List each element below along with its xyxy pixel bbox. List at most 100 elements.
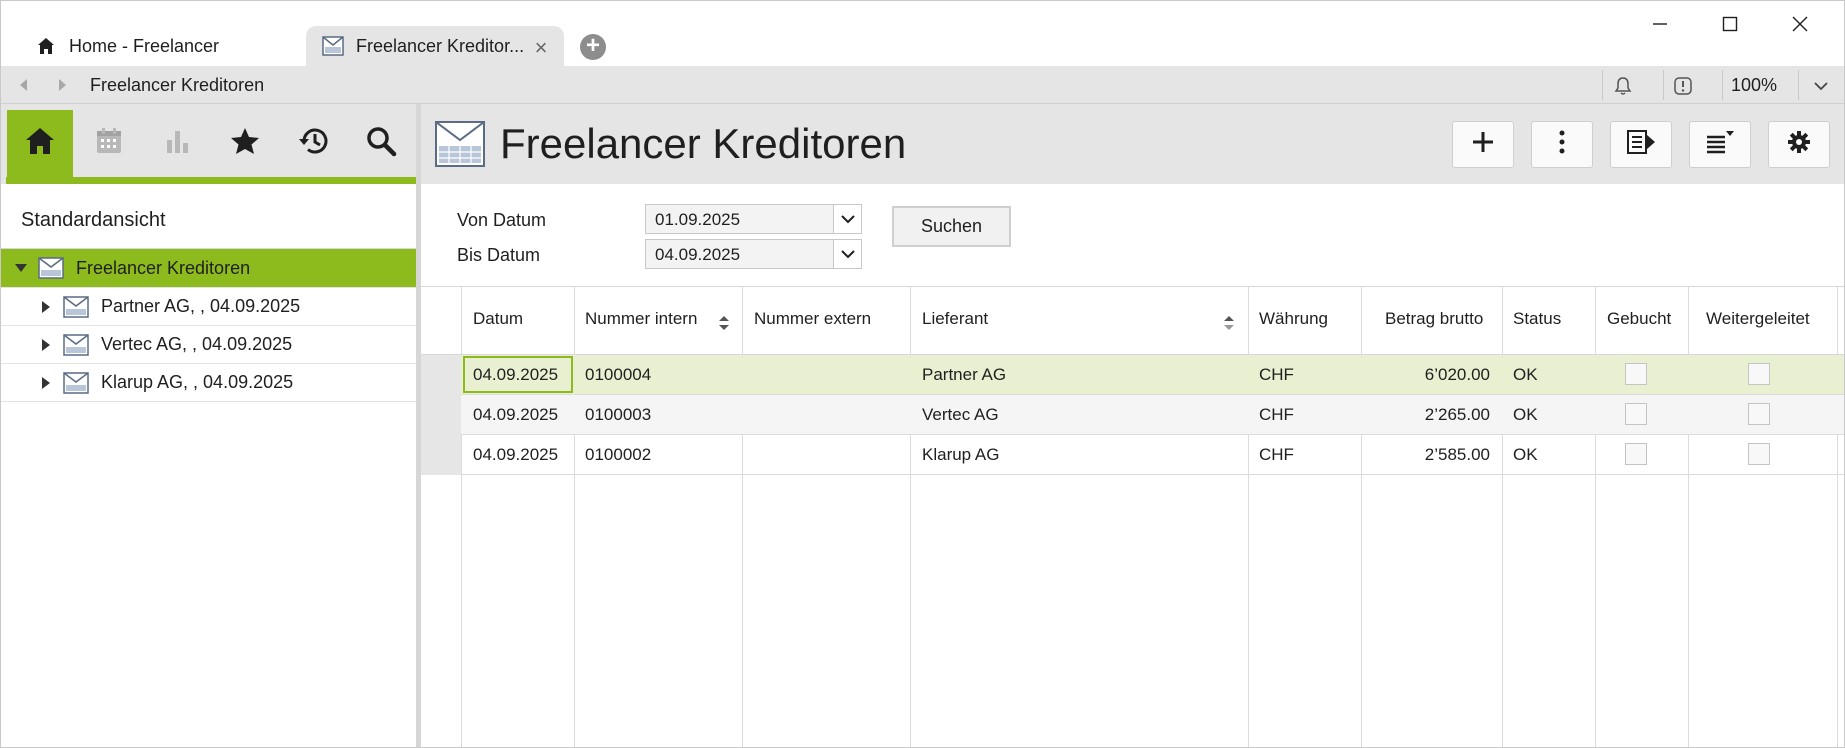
alert-icon[interactable] (1671, 74, 1695, 98)
forward-icon[interactable] (53, 76, 71, 94)
list-options-button[interactable] (1689, 121, 1751, 168)
report-icon (1626, 129, 1656, 160)
data-grid: Datum Nummer intern Nummer extern Liefer… (421, 286, 1844, 747)
history-icon (296, 125, 330, 162)
tree-view: Freelancer Kreditoren Partner AG, , 04.0… (1, 249, 416, 402)
checkbox-weitergeleitet[interactable] (1748, 443, 1770, 465)
cell-datum[interactable]: 04.09.2025 (473, 365, 558, 385)
app-window: Home - Freelancer Freelancer Kreditor...… (0, 0, 1845, 748)
sidebar-favorites-button[interactable] (212, 110, 278, 177)
cell-waehrung[interactable]: CHF (1259, 405, 1294, 425)
cell-betrag-brutto[interactable]: 2’265.00 (1371, 405, 1490, 425)
to-date-value: 04.09.2025 (655, 245, 741, 264)
bar-chart-icon (162, 126, 192, 161)
row-header[interactable] (421, 355, 461, 395)
chevron-down-icon[interactable] (1809, 74, 1833, 98)
home-icon (35, 35, 57, 57)
back-icon[interactable] (15, 76, 33, 94)
sort-icon[interactable] (718, 315, 730, 331)
column-header-nummer-extern[interactable]: Nummer extern (754, 309, 871, 329)
more-button[interactable] (1531, 121, 1593, 168)
cell-datum[interactable]: 04.09.2025 (473, 445, 558, 465)
cell-betrag-brutto[interactable]: 6’020.00 (1371, 365, 1490, 385)
chevron-down-icon[interactable] (833, 205, 861, 233)
zoom-level[interactable]: 100% (1731, 75, 1777, 96)
column-header-gebucht[interactable]: Gebucht (1607, 309, 1671, 329)
column-header-betrag-brutto[interactable]: Betrag brutto (1385, 309, 1483, 329)
sidebar-search-button[interactable] (348, 110, 414, 177)
minimize-button[interactable] (1631, 7, 1689, 41)
to-date-field[interactable]: 04.09.2025 (645, 239, 862, 269)
filter-panel: Von Datum 01.09.2025 Bis Datum 04.09.202… (421, 184, 1844, 286)
column-header-datum[interactable]: Datum (473, 309, 523, 329)
checkbox-gebucht[interactable] (1625, 363, 1647, 385)
column-header-status[interactable]: Status (1513, 309, 1561, 329)
view-selector[interactable]: Standardansicht (1, 184, 416, 249)
row-header[interactable] (421, 435, 461, 475)
sidebar-calendar-button[interactable] (76, 110, 142, 177)
column-header-nummer-intern[interactable]: Nummer intern (585, 309, 697, 329)
address-title: Freelancer Kreditoren (90, 75, 265, 95)
tab-freelancer-kreditoren[interactable]: Freelancer Kreditor... × (306, 26, 564, 66)
settings-button[interactable] (1768, 121, 1830, 168)
cell-nummer-intern[interactable]: 0100002 (585, 445, 651, 465)
cell-datum[interactable]: 04.09.2025 (473, 405, 558, 425)
search-button[interactable]: Suchen (892, 206, 1011, 247)
maximize-button[interactable] (1701, 7, 1759, 41)
row-header[interactable] (421, 395, 461, 435)
ledger-icon (63, 295, 89, 318)
from-date-label: Von Datum (457, 210, 547, 230)
cell-lieferant[interactable]: Klarup AG (922, 445, 1000, 465)
sidebar-reports-button[interactable] (144, 110, 210, 177)
expand-right-icon[interactable] (39, 300, 53, 314)
from-date-field[interactable]: 01.09.2025 (645, 204, 862, 234)
cell-status[interactable]: OK (1513, 365, 1538, 385)
cell-waehrung[interactable]: CHF (1259, 445, 1294, 465)
add-tab-button[interactable]: + (580, 34, 606, 60)
cell-nummer-intern[interactable]: 0100003 (585, 405, 651, 425)
sort-icon[interactable] (1223, 315, 1235, 331)
divider (1722, 70, 1723, 100)
checkbox-gebucht[interactable] (1625, 403, 1647, 425)
tab-home[interactable]: Home - Freelancer (23, 26, 303, 66)
cell-lieferant[interactable]: Vertec AG (922, 405, 999, 425)
close-window-button[interactable] (1771, 7, 1829, 41)
checkbox-weitergeleitet[interactable] (1748, 363, 1770, 385)
checkbox-gebucht[interactable] (1625, 443, 1647, 465)
tree-item-vertec[interactable]: Vertec AG, , 04.09.2025 (1, 326, 416, 364)
add-button[interactable] (1452, 121, 1514, 168)
report-button[interactable] (1610, 121, 1672, 168)
cell-status[interactable]: OK (1513, 405, 1538, 425)
tab-home-label: Home - Freelancer (69, 35, 220, 56)
cell-betrag-brutto[interactable]: 2’585.00 (1371, 445, 1490, 465)
tree-item-root[interactable]: Freelancer Kreditoren (1, 249, 416, 288)
sidebar: Standardansicht Freelancer Kreditoren Pa… (1, 104, 416, 747)
to-date-label: Bis Datum (457, 245, 541, 265)
cell-lieferant[interactable]: Partner AG (922, 365, 1006, 385)
table-row[interactable]: 04.09.2025 0100003 Vertec AG CHF 2’265.0… (421, 395, 1844, 435)
tree-item-partner[interactable]: Partner AG, , 04.09.2025 (1, 288, 416, 326)
close-icon[interactable]: × (530, 35, 552, 61)
cell-nummer-intern[interactable]: 0100004 (585, 365, 651, 385)
checkbox-weitergeleitet[interactable] (1748, 403, 1770, 425)
plus-icon (1471, 130, 1495, 159)
bell-icon[interactable] (1611, 74, 1635, 98)
table-row[interactable]: 04.09.2025 0100004 Partner AG CHF 6’020.… (421, 355, 1844, 395)
tree-item-klarup[interactable]: Klarup AG, , 04.09.2025 (1, 364, 416, 402)
page-header: Freelancer Kreditoren (421, 104, 1844, 184)
expand-down-icon[interactable] (14, 261, 28, 275)
cell-waehrung[interactable]: CHF (1259, 365, 1294, 385)
view-label: Standardansicht (21, 209, 166, 231)
address-bar: Freelancer Kreditoren 100% (1, 66, 1844, 104)
expand-right-icon[interactable] (39, 376, 53, 390)
tree-item-label: Partner AG, , 04.09.2025 (101, 296, 301, 316)
table-row[interactable]: 04.09.2025 0100002 Klarup AG CHF 2’585.0… (421, 435, 1844, 475)
expand-right-icon[interactable] (39, 338, 53, 352)
column-header-waehrung[interactable]: Währung (1259, 309, 1328, 329)
chevron-down-icon[interactable] (833, 240, 861, 268)
cell-status[interactable]: OK (1513, 445, 1538, 465)
sidebar-home-button[interactable] (7, 110, 73, 177)
column-header-lieferant[interactable]: Lieferant (922, 309, 988, 329)
column-header-weitergeleitet[interactable]: Weitergeleitet (1706, 309, 1810, 329)
sidebar-history-button[interactable] (280, 110, 346, 177)
